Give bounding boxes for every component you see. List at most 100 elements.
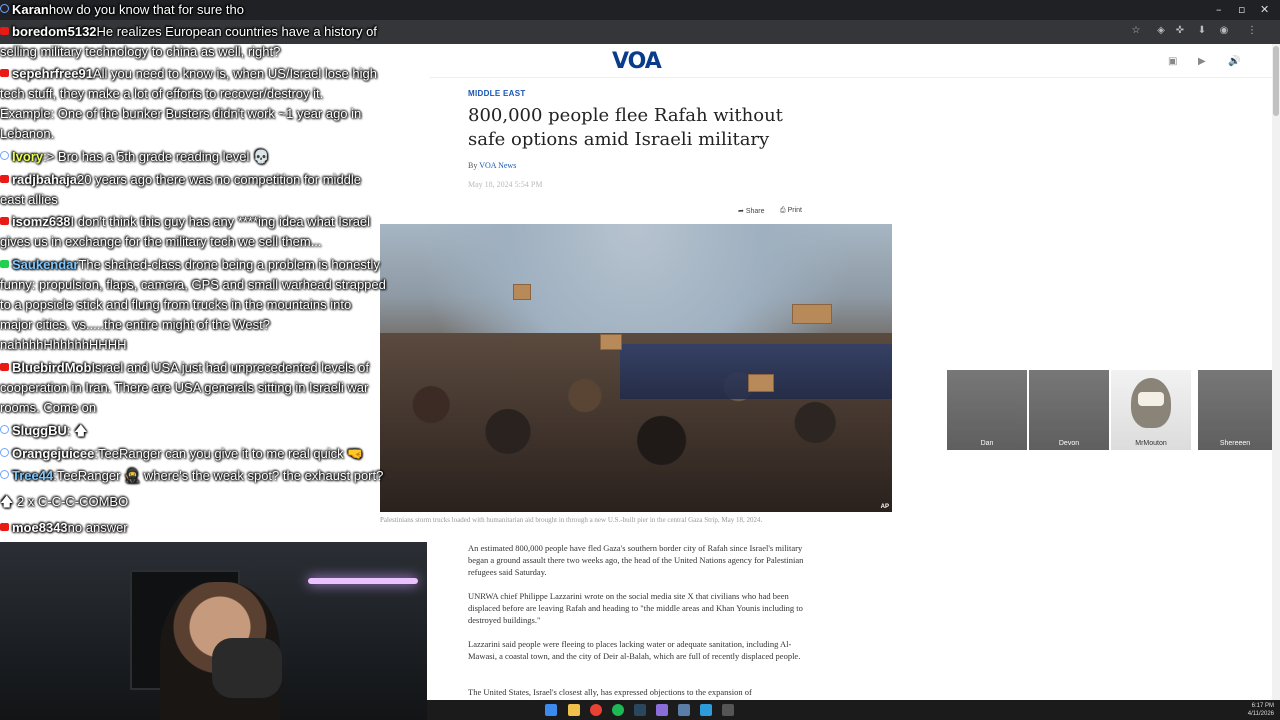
chat-text: major cities. vs.....the entire might of… [0, 317, 270, 332]
chat-text: :> Bro has a 5th grade reading level 💀 [43, 149, 270, 164]
chat-text: tech stuff, they make a lot of efforts t… [0, 86, 324, 101]
badge-icon [0, 217, 9, 225]
badge-icon [0, 260, 9, 268]
chat-username[interactable]: moe8343 [12, 520, 68, 535]
chat-message: Lebanon. [0, 124, 430, 144]
chrome-icon[interactable] [590, 704, 602, 716]
chat-username[interactable]: Saukendar [12, 257, 78, 272]
close-icon[interactable]: ✕ [1260, 3, 1269, 16]
photo-credit: AP [880, 504, 889, 510]
streamer-webcam [0, 542, 427, 720]
download-icon[interactable]: ⬇ [1196, 25, 1208, 37]
chat-message: gives us in exchange for the military te… [0, 232, 430, 252]
article-date: May 18, 2024 5:54 PM [468, 180, 543, 189]
print-label: Print [787, 207, 802, 214]
profile-icon[interactable]: ◉ [1218, 25, 1230, 37]
chat-message: to a popsicle stick and flung from truck… [0, 295, 430, 315]
app-icon[interactable] [700, 704, 712, 716]
photo-caption: Palestinians storm trucks loaded with hu… [380, 516, 763, 524]
system-clock[interactable]: 6:17 PM 4/11/2026 [1248, 702, 1274, 718]
menu-icon[interactable]: ⋮ [1246, 25, 1258, 37]
maximize-icon[interactable]: ▫ [1238, 3, 1245, 16]
aid-box [792, 304, 832, 324]
avatar-face [1138, 392, 1164, 406]
article-paragraph: UNRWA chief Philippe Lazzarini wrote on … [468, 591, 803, 625]
stream-screen: – ▫ ✕ ☆ ◈ ✜ ⬇ ◉ ⋮ VOA ▣ ▶ 🔊 MIDDLE EAST … [0, 0, 1280, 720]
chat-text: funny: propulsion, flaps, camera, GPS an… [0, 277, 386, 292]
minimize-icon[interactable]: – [1216, 3, 1222, 16]
puzzle-icon[interactable]: ✜ [1174, 25, 1186, 37]
chat-text: Example: One of the bunker Busters didn'… [0, 106, 362, 121]
share-button[interactable]: ➦ Share [738, 207, 765, 215]
chat-text: Lebanon. [0, 126, 55, 141]
chat-text: All you need to know is, when US/Israel … [92, 66, 377, 81]
chat-username[interactable]: isomz638 [12, 214, 71, 229]
windows-start-icon[interactable] [545, 704, 557, 716]
participant-tile: Shereeen [1198, 370, 1272, 450]
star-icon[interactable]: ☆ [1130, 25, 1142, 37]
chat-username[interactable]: Orangejuicee [12, 446, 94, 461]
chat-text: no answer [67, 520, 128, 535]
badge-icon [0, 523, 9, 531]
participant-name: Devon [1058, 440, 1080, 447]
chat-username[interactable]: BluebirdMob [12, 360, 91, 375]
share-label: Share [745, 208, 765, 215]
chat-text: :TeeRanger 🥷 where's the weak spot? the … [53, 468, 384, 483]
article-paragraph: The United States, Israel's closest ally… [468, 687, 752, 697]
chat-message: rooms. Come on [0, 398, 430, 418]
chat-message: tech stuff, they make a lot of efforts t… [0, 84, 430, 104]
chat-overlay: Karanhow do you know that for sure tho bo… [0, 0, 440, 540]
chat-message: east allies [0, 190, 430, 210]
app-icon[interactable] [678, 704, 690, 716]
chat-username[interactable]: radjbahaja [12, 172, 77, 187]
chat-username[interactable]: SluggBU [12, 423, 67, 438]
scrollbar-thumb[interactable] [1273, 46, 1279, 116]
byline-author[interactable]: VOA News [479, 161, 516, 170]
light-bar [308, 578, 418, 584]
chat-text: :TeeRanger can you give it to me real qu… [94, 446, 364, 461]
chat-text: Israel and USA just had unprecedented le… [91, 360, 369, 375]
badge-icon [0, 175, 9, 183]
chat-message: funny: propulsion, flaps, camera, GPS an… [0, 275, 430, 295]
section-label[interactable]: MIDDLE EAST [468, 89, 526, 98]
chat-message: radjbahaja20 years ago there was no comp… [0, 170, 430, 190]
chat-message: sepehrfree91All you need to know is, whe… [0, 64, 430, 84]
clock-time: 6:17 PM [1251, 703, 1274, 709]
chat-username[interactable]: Ivory [12, 149, 43, 164]
radio-icon[interactable]: ▣ [1168, 56, 1177, 67]
audio-icon[interactable]: 🔊 [1228, 56, 1240, 67]
share-icon: ➦ [738, 208, 744, 215]
chat-text: : 🡅 [66, 423, 88, 438]
file-explorer-icon[interactable] [568, 704, 580, 716]
browser-titlebar [0, 0, 1280, 20]
taskbar: 6:17 PM 4/11/2026 [427, 700, 1280, 720]
badge-icon [0, 425, 9, 434]
chat-message: Example: One of the bunker Busters didn'… [0, 104, 430, 124]
chat-username[interactable]: Tree44 [12, 468, 53, 483]
microphone [212, 638, 282, 698]
steam-icon[interactable] [634, 704, 646, 716]
article-paragraph: An estimated 800,000 people have fled Ga… [468, 543, 804, 577]
page-scrollbar[interactable] [1272, 44, 1280, 700]
participant-tile: MrMouton [1111, 370, 1191, 450]
article-headline: 800,000 people flee Rafah without safe o… [468, 105, 783, 150]
print-button[interactable]: ⎙ Print [780, 207, 802, 215]
badge-icon [0, 69, 9, 77]
participant-tile: Devon [1029, 370, 1109, 450]
aid-box [600, 334, 622, 350]
chat-message: 🡅 2 x C-C-C-COMBO [0, 492, 430, 512]
chat-message: selling military technology to china as … [0, 42, 430, 62]
voa-logo[interactable]: VOA [612, 49, 662, 74]
chat-text: I don't think this guy has any ****ing i… [70, 214, 371, 229]
chat-text: nahhhhHhhhhhHHHH [0, 337, 127, 352]
chat-username[interactable]: sepehrfree91 [12, 66, 93, 81]
aid-box [748, 374, 774, 392]
extensions-icon[interactable]: ◈ [1155, 25, 1167, 37]
article-paragraph: Lazzarini said people were fleeing to pl… [468, 639, 801, 661]
app-icon[interactable] [656, 704, 668, 716]
spotify-icon[interactable] [612, 704, 624, 716]
chat-message: SaukendarThe shahed-class drone being a … [0, 255, 430, 275]
video-icon[interactable]: ▶ [1198, 56, 1206, 67]
chat-message: SluggBU: 🡅 [0, 421, 430, 441]
app-icon[interactable] [722, 704, 734, 716]
